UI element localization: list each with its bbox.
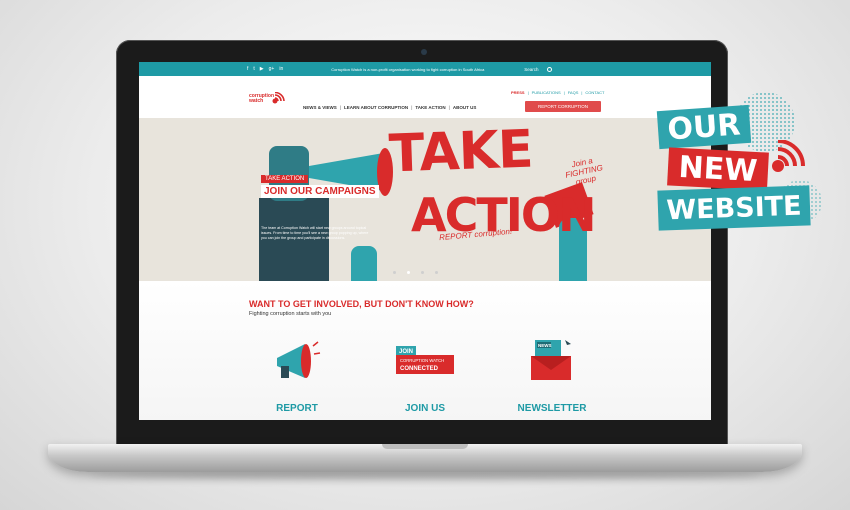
googleplus-icon[interactable]: g+ (269, 66, 275, 72)
hero-art-join-group: Join a FIGHTING group (564, 156, 604, 187)
nav-news-views[interactable]: NEWS & VIEWS (303, 105, 337, 110)
hero-category-tag: TAKE ACTION (261, 175, 309, 183)
hero-art-take: TAKE (387, 119, 534, 185)
nav-divider: | (411, 105, 413, 110)
raised-fist-illustration (351, 246, 377, 281)
linkedin-icon[interactable]: in (279, 66, 283, 72)
slider-dot[interactable] (421, 271, 424, 274)
newsletter-envelope-icon[interactable]: NEWS (527, 336, 575, 384)
report-button-label: REPORT CORRUPTION (537, 104, 589, 109)
nav-about[interactable]: ABOUT US (453, 105, 477, 110)
report-corruption-button[interactable]: REPORT CORRUPTION (525, 101, 601, 112)
join-us-link[interactable]: JOIN US (393, 403, 457, 414)
hero-description: The team at Corruption Watch will start … (261, 226, 369, 240)
nav-learn[interactable]: LEARN ABOUT CORRUPTION (344, 105, 408, 110)
logo-signal-icon (272, 92, 285, 104)
twitter-icon[interactable]: t (253, 66, 254, 72)
section-title: WANT TO GET INVOLVED, BUT DON'T KNOW HOW… (249, 299, 474, 309)
faqs-link[interactable]: FAQS (568, 90, 579, 95)
search-icon[interactable] (546, 66, 552, 72)
badge-signal-icon (772, 140, 805, 172)
hero-title[interactable]: JOIN OUR CAMPAIGNS (261, 185, 379, 198)
site-tagline: Corruption Watch is a non-profit organis… (331, 66, 485, 72)
press-link[interactable]: PRESS (511, 90, 525, 95)
join-icon-text-3: CONNECTED (400, 366, 439, 372)
social-links: f t ▶ g+ in (247, 66, 283, 72)
utility-links: PRESS | PUBLICATIONS | FAQS | CONTACT (511, 90, 605, 95)
get-involved-section: WANT TO GET INVOLVED, BUT DON'T KNOW HOW… (139, 281, 711, 420)
nav-divider: | (448, 105, 450, 110)
slider-dot[interactable] (407, 271, 410, 274)
badge-our: OUR (656, 104, 752, 150)
search-input[interactable]: Search (524, 65, 568, 74)
search-label: Search (524, 66, 539, 72)
megaphone-icon[interactable] (271, 336, 321, 386)
newsletter-link[interactable]: NEWSLETTER (507, 403, 597, 414)
contact-link[interactable]: CONTACT (585, 90, 604, 95)
join-icon-text-1: JOIN (399, 349, 413, 355)
slider-dots (393, 271, 438, 274)
site-header: corruption watch PRESS | PUBLICATIONS | FA… (139, 76, 711, 118)
join-connected-icon[interactable]: JOIN CORRUPTION WATCH CONNECTED (396, 346, 454, 374)
top-bar: f t ▶ g+ in Corruption Watch is a non-pr… (139, 62, 711, 76)
slider-dot[interactable] (435, 271, 438, 274)
join-icon-text-2: CORRUPTION WATCH (400, 358, 444, 363)
laptop-screen: f t ▶ g+ in Corruption Watch is a non-pr… (139, 62, 711, 420)
youtube-icon[interactable]: ▶ (260, 66, 264, 72)
publications-link[interactable]: PUBLICATIONS (532, 90, 561, 95)
badge-new: NEW (667, 147, 769, 191)
badge-website: WEBSITE (657, 185, 811, 231)
hero-banner[interactable]: TAKE ACTION Join a FIGHTING group REPORT… (139, 118, 711, 281)
laptop-notch (382, 444, 468, 449)
news-icon-text: NEWS (538, 343, 552, 348)
facebook-icon[interactable]: f (247, 66, 248, 72)
main-nav: NEWS & VIEWS | LEARN ABOUT CORRUPTION | TA… (303, 105, 476, 110)
section-subtitle: Fighting corruption starts with you (249, 311, 332, 317)
webcam (421, 49, 427, 55)
report-link[interactable]: REPORT (267, 403, 327, 414)
slider-dot[interactable] (393, 271, 396, 274)
nav-take-action[interactable]: TAKE ACTION (415, 105, 445, 110)
nav-divider: | (339, 105, 342, 110)
